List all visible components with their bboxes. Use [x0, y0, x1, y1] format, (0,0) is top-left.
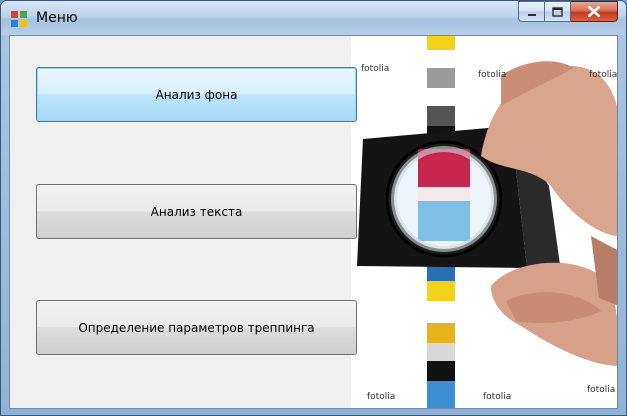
maximize-icon — [552, 6, 563, 17]
background-analysis-button[interactable]: Анализ фона — [36, 67, 357, 122]
window-title: Меню — [36, 10, 78, 26]
watermark-2: fotolia — [478, 70, 507, 80]
text-analysis-button[interactable]: Анализ текста — [36, 184, 357, 239]
close-button[interactable] — [571, 1, 618, 22]
caption-buttons — [518, 1, 618, 23]
watermark-1: fotolia — [361, 64, 390, 74]
watermark-3: fotolia — [589, 70, 618, 80]
watermark-6: fotolia — [587, 385, 616, 395]
minimize-icon — [527, 13, 536, 16]
main-window: Меню fotolia fotolia fotolia fotolia fot… — [0, 0, 627, 416]
loupe-illustration: fotolia fotolia fotolia fotolia fotolia … — [351, 36, 618, 408]
app-window-icon — [11, 11, 27, 27]
title-bar[interactable]: Меню — [1, 1, 626, 35]
trapping-parameters-button[interactable]: Определение параметров треппинга — [36, 300, 357, 355]
watermark-5: fotolia — [483, 392, 512, 402]
loupe-photo-graphic — [357, 36, 617, 408]
close-icon — [588, 6, 600, 17]
maximize-button[interactable] — [545, 1, 571, 22]
minimize-button[interactable] — [518, 1, 545, 22]
watermark-4: fotolia — [367, 392, 396, 402]
client-area: fotolia fotolia fotolia fotolia fotolia … — [9, 35, 618, 409]
